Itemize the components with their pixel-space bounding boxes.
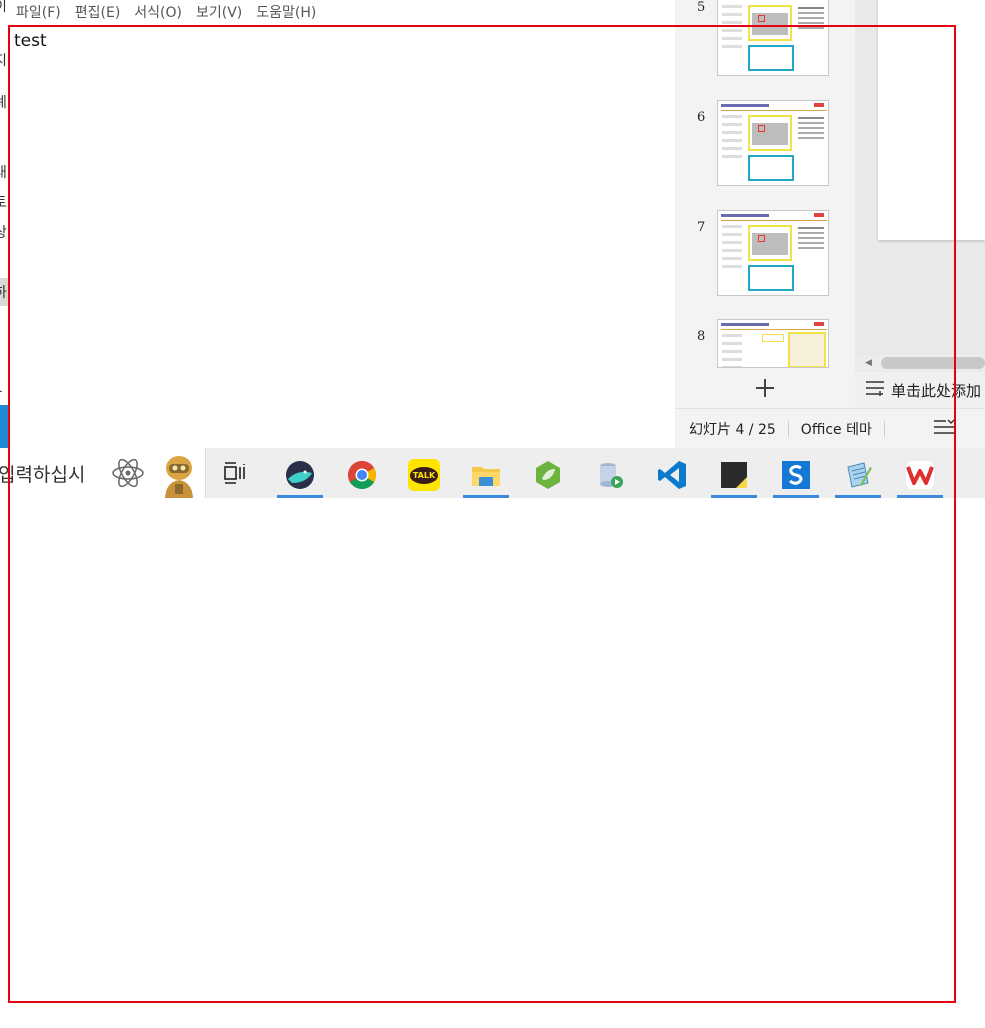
background-text-fragment: 이 <box>0 0 7 15</box>
vscode-icon[interactable] <box>647 454 697 498</box>
slide-number: 6 <box>697 110 706 125</box>
scrollbar-thumb[interactable] <box>881 357 985 369</box>
taskbar-search-box[interactable]: 입력하십시 <box>0 448 206 498</box>
slide-thumbnail[interactable] <box>717 210 829 296</box>
background-text-fragment: 대 <box>0 165 7 181</box>
slide-thumbnail[interactable] <box>717 319 829 368</box>
chrome-icon[interactable] <box>337 454 387 498</box>
atom-icon[interactable] <box>110 456 146 490</box>
running-indicator <box>835 495 881 498</box>
database-tool-icon[interactable] <box>585 454 635 498</box>
menu-file[interactable]: 파일(F) <box>9 0 68 26</box>
robot-mascot-icon[interactable] <box>156 452 202 498</box>
background-text-fragment: 지 <box>0 53 7 69</box>
slide-thumbnail-panel[interactable]: 5 6 7 8 <box>675 0 855 408</box>
taskbar: 입력하십시 TALK <box>0 448 985 498</box>
kakaotalk-icon[interactable]: TALK <box>399 454 449 498</box>
kakao-label: TALK <box>409 466 439 484</box>
horizontal-scrollbar[interactable]: ◀ <box>855 355 985 371</box>
background-text-fragment: 례 <box>0 95 7 111</box>
background-text-fragment: 하 <box>0 285 7 301</box>
slide-number: 5 <box>697 0 706 15</box>
scroll-left-icon[interactable]: ◀ <box>865 358 872 368</box>
slide-number: 7 <box>697 220 706 235</box>
running-indicator <box>463 495 509 498</box>
notes-pane[interactable]: 单击此处添加 <box>855 372 985 408</box>
menu-edit[interactable]: 편집(E) <box>68 0 128 26</box>
notes-placeholder: 单击此处添加 <box>891 381 982 400</box>
slide-count: 幻灯片 4 / 25 <box>689 421 776 438</box>
slide-number: 8 <box>697 329 706 344</box>
s-app-icon[interactable] <box>771 454 821 498</box>
notepad-menubar: 파일(F) 편집(E) 서식(O) 보기(V) 도움말(H) <box>9 0 675 26</box>
menu-help[interactable]: 도움말(H) <box>249 0 323 26</box>
slide-thumbnail[interactable] <box>717 100 829 186</box>
spring-tool-icon[interactable] <box>523 454 573 498</box>
notepad-text-area[interactable]: test <box>9 26 675 448</box>
background-text-fragment: 토 <box>0 195 7 211</box>
search-input[interactable]: 입력하십시 <box>0 460 85 487</box>
running-indicator <box>277 495 323 498</box>
background-text-fragment: 상 <box>0 225 7 241</box>
running-indicator <box>897 495 943 498</box>
running-indicator <box>773 495 819 498</box>
menu-format[interactable]: 서식(O) <box>127 0 189 26</box>
notes-toggle-icon[interactable] <box>933 419 955 439</box>
running-indicator <box>711 495 757 498</box>
slide-canvas[interactable] <box>878 0 985 240</box>
task-view-icon[interactable] <box>223 461 249 485</box>
plus-icon[interactable] <box>675 368 855 408</box>
background-window-edge: 이 - 지 례 대 토 상 하 1 <box>0 0 9 450</box>
whale-browser-icon[interactable] <box>275 454 325 498</box>
notepad-content: test <box>14 31 47 51</box>
file-explorer-icon[interactable] <box>461 454 511 498</box>
wps-office-icon[interactable] <box>895 454 945 498</box>
sticky-notes-icon[interactable] <box>709 454 759 498</box>
status-bar: 幻灯片 4 / 25 Office 테마 <box>675 408 985 448</box>
notepad-icon[interactable] <box>833 454 883 498</box>
slide-thumbnail[interactable] <box>717 0 829 76</box>
theme-name: Office 테마 <box>800 421 872 438</box>
menu-view[interactable]: 보기(V) <box>189 0 249 26</box>
background-text-fragment: 1 <box>0 380 3 396</box>
background-blue-bar <box>0 405 9 450</box>
notes-icon <box>865 380 885 400</box>
